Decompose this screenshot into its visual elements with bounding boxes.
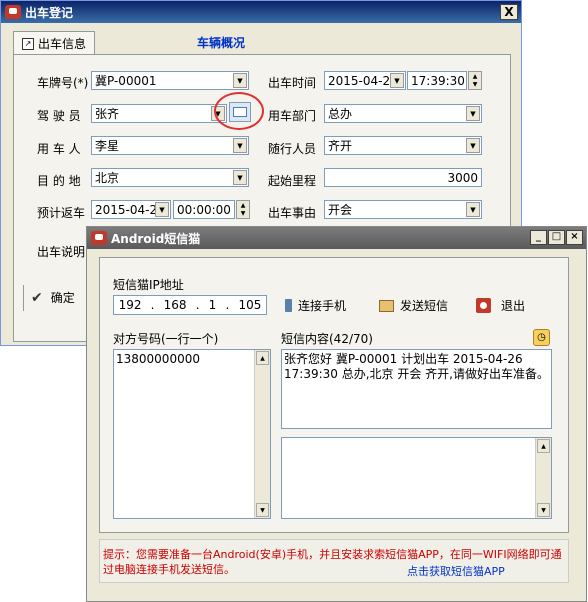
depart-time-input[interactable]: 17:39:30 (407, 71, 467, 90)
confirm-button[interactable]: ✔ 确定 (31, 289, 75, 306)
depart-time-label: 出车时间 (268, 76, 317, 90)
tab-dispatch-info[interactable]: ↗ 出车信息 (13, 31, 96, 55)
driver-label: 驾 驶 员 (37, 109, 81, 123)
scroll-up-icon[interactable]: ▲ (537, 439, 550, 453)
chevron-down-icon[interactable]: ▼ (155, 202, 169, 217)
mileage-value: 3000 (447, 170, 478, 185)
return-time-spinner[interactable]: ▲ ▼ (236, 200, 250, 219)
destination-value: 北京 (95, 171, 120, 185)
tab-icon: ↗ (22, 37, 34, 50)
window-title: 出车登记 (25, 5, 74, 20)
depart-time-value: 17:39:30 (411, 73, 465, 88)
recipients-label: 对方号码(一行一个) (113, 332, 219, 346)
chevron-down-icon[interactable]: ▼ (233, 138, 247, 153)
chevron-down-icon[interactable]: ▼ (466, 202, 480, 217)
highlight-circle (214, 92, 264, 130)
send-label: 发送短信 (400, 299, 449, 313)
depart-date-select[interactable]: 2015-04-26 ▼ (324, 71, 406, 90)
title-bar: 出车登记 (1, 1, 521, 23)
reason-select[interactable]: 开会 ▼ (324, 200, 482, 219)
user-value: 李星 (95, 139, 120, 153)
minimize-button[interactable]: _ (530, 230, 547, 245)
user-select[interactable]: 李星 ▼ (91, 136, 249, 155)
return-time-value: 00:00:00 (177, 202, 231, 217)
sms-cat-window: Android短信猫 _ □ × 短信猫IP地址 192. 168. 1. 10… (86, 226, 587, 602)
return-date-select[interactable]: 2015-04-27 ▼ (91, 200, 171, 219)
log-textarea[interactable]: ▲ ▼ (281, 437, 552, 519)
scroll-down-icon[interactable]: ▼ (537, 503, 550, 517)
content-text: 张齐您好 冀P-00001 计划出车 2015-04-26 17:39:30 总… (284, 352, 549, 381)
companion-label: 随行人员 (268, 142, 317, 156)
app-icon (5, 5, 21, 19)
plate-label: 车牌号(*) (37, 76, 89, 90)
plate-select[interactable]: 冀P-00001 ▼ (91, 71, 249, 90)
mileage-label: 起始里程 (268, 174, 317, 188)
tab-label: 出车信息 (38, 37, 87, 51)
mileage-input[interactable]: 3000 (324, 168, 482, 187)
recipients-textarea[interactable]: 13800000000 ▲ ▼ (113, 349, 271, 519)
scroll-up-icon[interactable]: ▲ (256, 351, 269, 365)
exit-icon (476, 298, 491, 313)
content-textarea[interactable]: 张齐您好 冀P-00001 计划出车 2015-04-26 17:39:30 总… (281, 349, 552, 429)
sms-window-title: Android短信猫 (111, 231, 201, 246)
send-icon (379, 299, 394, 312)
phone-icon (285, 299, 292, 312)
connect-label: 连接手机 (298, 299, 347, 313)
user-label: 用 车 人 (37, 142, 81, 156)
chevron-down-icon[interactable]: ▼ (233, 170, 247, 185)
sms-app-icon (91, 231, 107, 245)
divider (23, 285, 24, 311)
return-label: 预计返车 (37, 206, 86, 220)
maximize-button[interactable]: □ (548, 230, 565, 245)
log-scrollbar[interactable]: ▲ ▼ (535, 438, 551, 518)
confirm-label: 确定 (50, 291, 75, 305)
companion-value: 齐开 (328, 139, 353, 153)
download-app-link[interactable]: 点击获取短信猫APP (407, 563, 505, 579)
close-button[interactable]: X (500, 4, 518, 20)
driver-select[interactable]: 张齐 ▼ (91, 104, 227, 123)
tab-vehicle-overview[interactable]: 车辆概况 (197, 34, 245, 51)
ip-part-1: 192 (118, 298, 142, 312)
ip-part-2: 168 (163, 298, 187, 312)
destination-label: 目 的 地 (37, 174, 81, 188)
send-sms-button[interactable]: 发送短信 (379, 297, 448, 314)
scroll-down-icon[interactable]: ▼ (256, 503, 269, 517)
ip-part-4: 105 (238, 298, 262, 312)
ip-part-3: 1 (208, 298, 217, 312)
chevron-down-icon[interactable]: ▼ (233, 73, 247, 88)
reason-value: 开会 (328, 203, 353, 217)
exit-label: 退出 (501, 299, 526, 313)
reason-label: 出车事由 (268, 206, 317, 220)
ip-label: 短信猫IP地址 (113, 278, 184, 292)
dept-value: 总办 (328, 107, 353, 121)
clock-icon[interactable]: ◷ (533, 329, 550, 346)
recipient-value: 13800000000 (116, 352, 200, 366)
plate-value: 冀P-00001 (95, 74, 157, 88)
depart-date-value: 2015-04-26 (328, 73, 398, 88)
ip-address-input[interactable]: 192. 168. 1. 105 (113, 295, 267, 315)
content-label: 短信内容(42/70) (281, 332, 373, 346)
sms-close-button[interactable]: × (566, 230, 583, 245)
recipients-scrollbar[interactable]: ▲ ▼ (254, 350, 270, 518)
depart-time-spinner[interactable]: ▲ ▼ (468, 71, 482, 90)
chevron-down-icon[interactable]: ▼ (390, 73, 404, 88)
destination-select[interactable]: 北京 ▼ (91, 168, 249, 187)
driver-value: 张齐 (95, 107, 120, 121)
note-label: 出车说明 (37, 245, 86, 259)
chevron-down-icon[interactable]: ▼ (466, 106, 480, 121)
exit-button[interactable]: 退出 (476, 297, 525, 314)
dept-select[interactable]: 总办 ▼ (324, 104, 482, 123)
companion-select[interactable]: 齐开 ▼ (324, 136, 482, 155)
check-icon: ✔ (31, 289, 43, 306)
dept-label: 用车部门 (268, 109, 317, 123)
chevron-down-icon[interactable]: ▼ (466, 138, 480, 153)
sms-title-bar: Android短信猫 (87, 227, 586, 249)
connect-phone-button[interactable]: 连接手机 (285, 297, 346, 314)
return-time-input[interactable]: 00:00:00 (173, 200, 235, 219)
